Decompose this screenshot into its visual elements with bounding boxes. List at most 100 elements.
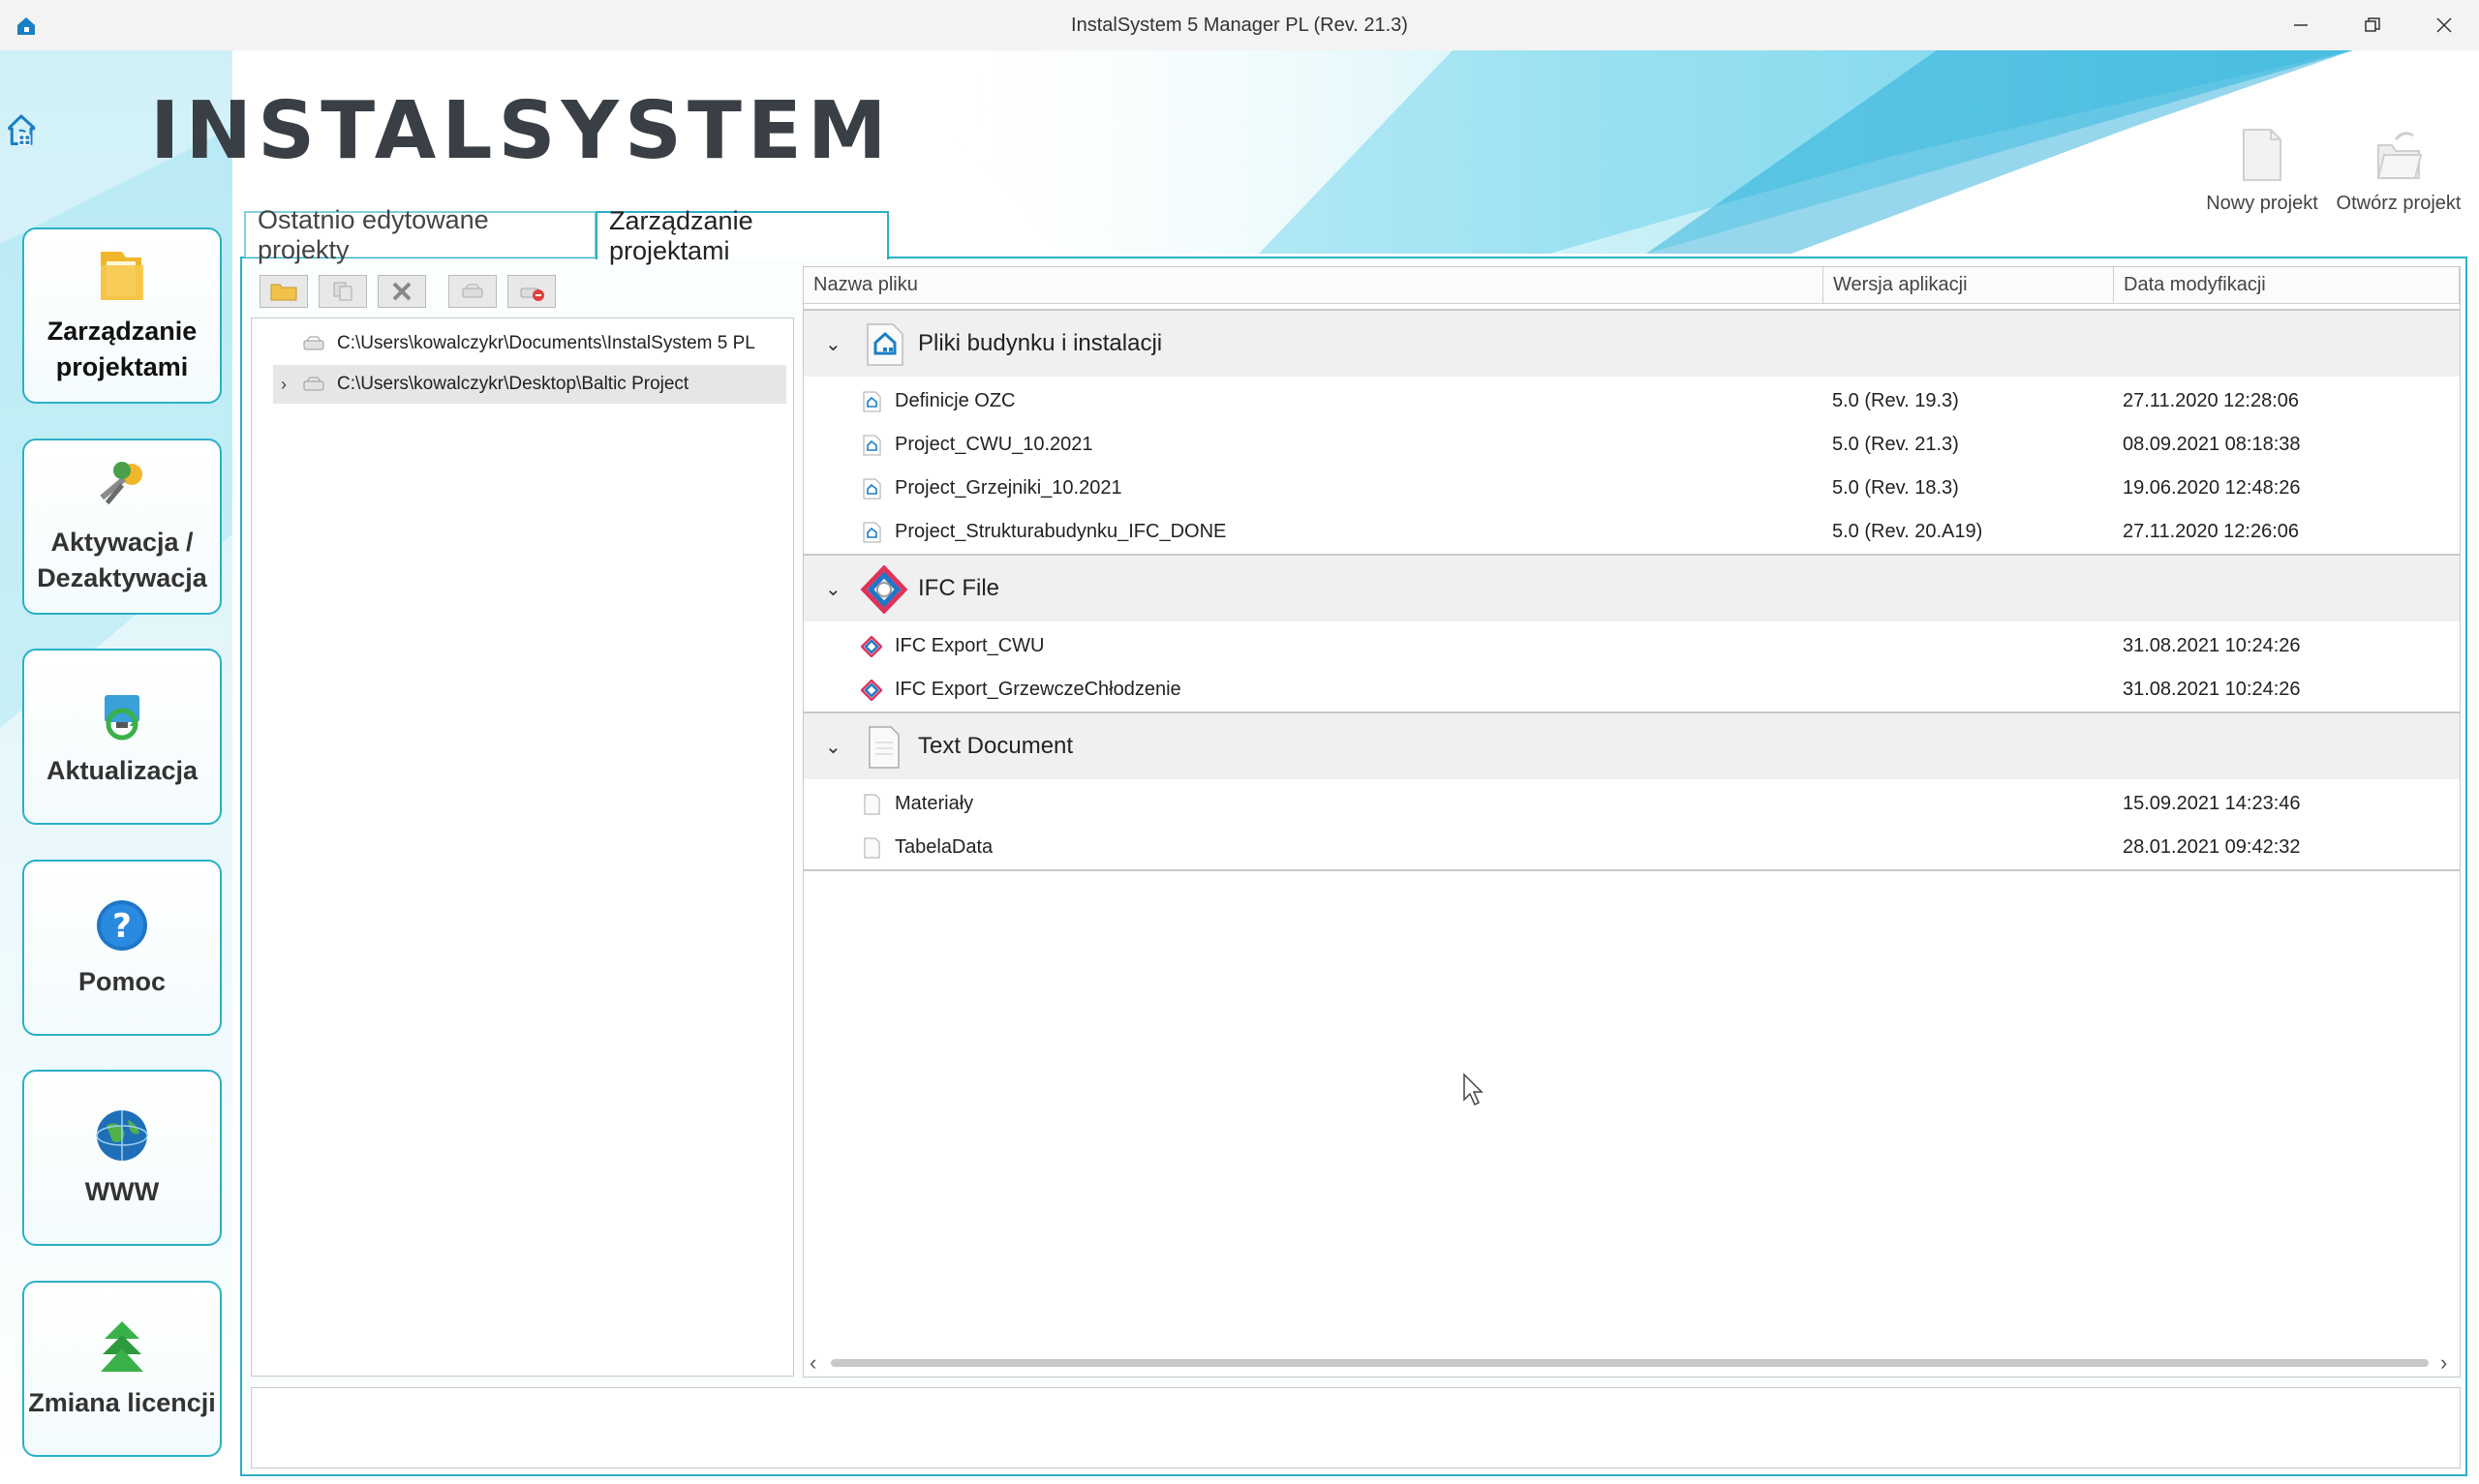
logo-text: INSTALSYSTEM bbox=[150, 85, 893, 177]
folder-path: C:\Users\kowalczykr\Desktop\Baltic Proje… bbox=[337, 374, 689, 394]
file-version: 5.0 (Rev. 18.3) bbox=[1832, 477, 1959, 499]
remove-drive-button[interactable] bbox=[507, 275, 556, 308]
ifc-file-icon bbox=[860, 565, 908, 614]
file-date: 27.11.2020 12:26:06 bbox=[2123, 521, 2300, 542]
open-project-button[interactable]: Otwórz projekt bbox=[2336, 126, 2462, 215]
nav-label: WWW bbox=[84, 1176, 160, 1206]
folder-icon bbox=[101, 252, 143, 300]
file-name: Project_Grzejniki_10.2021 bbox=[895, 477, 1122, 499]
file-version: 5.0 (Rev. 20.A19) bbox=[1832, 521, 1983, 542]
file-row[interactable]: IFC Export_GrzewczeChłodzenie 31.08.2021… bbox=[804, 668, 2460, 712]
group-header[interactable]: ⌄ Pliki budynku i instalacji bbox=[804, 309, 2460, 377]
chevron-down-icon[interactable]: ⌄ bbox=[825, 735, 842, 759]
keys-icon bbox=[100, 462, 142, 505]
instalsystem-file-icon bbox=[863, 478, 881, 500]
file-row[interactable]: Project_Grzejniki_10.2021 5.0 (Rev. 18.3… bbox=[804, 467, 2460, 510]
nav-label: Aktywacja / Dezaktywacja bbox=[37, 528, 207, 592]
copy-icon bbox=[333, 282, 352, 301]
scrollbar-thumb[interactable] bbox=[831, 1359, 2429, 1367]
add-folder-button[interactable] bbox=[260, 275, 308, 308]
open-project-label: Otwórz projekt bbox=[2336, 193, 2462, 214]
instalsystem-file-icon bbox=[863, 391, 881, 412]
nav-label: Zarządzanie projektami bbox=[46, 317, 198, 381]
group-header[interactable]: ⌄ IFC File bbox=[804, 554, 2460, 621]
open-folder-icon bbox=[2376, 132, 2423, 179]
file-name: Definicje OZC bbox=[895, 390, 1016, 411]
restore-button[interactable] bbox=[2338, 0, 2407, 50]
svg-text:?: ? bbox=[112, 907, 132, 946]
file-row[interactable]: Project_Strukturabudynku_IFC_DONE 5.0 (R… bbox=[804, 510, 2460, 554]
file-date: 31.08.2021 10:24:26 bbox=[2123, 635, 2301, 656]
globe-icon bbox=[96, 1109, 148, 1161]
folder-tree-panel: C:\Users\kowalczykr\Documents\InstalSyst… bbox=[251, 318, 794, 1377]
drive-icon bbox=[303, 377, 324, 391]
drive-icon bbox=[462, 284, 483, 298]
horizontal-scrollbar[interactable]: ‹ › bbox=[804, 1348, 2460, 1377]
scroll-left-icon[interactable]: ‹ bbox=[810, 1350, 816, 1376]
instalsystem-file-icon bbox=[863, 522, 881, 543]
group-name: Pliki budynku i instalacji bbox=[918, 330, 1163, 356]
file-name: TabelaData bbox=[895, 836, 994, 858]
file-date: 27.11.2020 12:28:06 bbox=[2123, 390, 2300, 411]
help-icon: ? bbox=[97, 899, 147, 951]
ifc-file-icon bbox=[861, 636, 882, 657]
folder-tree-item[interactable]: C:\Users\kowalczykr\Documents\InstalSyst… bbox=[273, 324, 786, 363]
chevron-down-icon[interactable]: ⌄ bbox=[825, 332, 842, 356]
file-name: IFC Export_CWU bbox=[895, 635, 1045, 656]
folder-tree-item[interactable]: › C:\Users\kowalczykr\Desktop\Baltic Pro… bbox=[273, 365, 786, 404]
folder-path: C:\Users\kowalczykr\Documents\InstalSyst… bbox=[337, 333, 755, 353]
nav-zmiana-licencji[interactable]: Zmiana licencji bbox=[22, 1281, 222, 1457]
group-name: Text Document bbox=[918, 733, 1074, 759]
tab-zarzadzanie-projektami[interactable]: Zarządzanie projektami bbox=[596, 206, 889, 265]
list-end-divider bbox=[804, 869, 2460, 871]
remove-drive-icon bbox=[520, 288, 544, 301]
column-header-name[interactable]: Nazwa pliku bbox=[804, 267, 1823, 304]
chevron-down-icon[interactable]: ⌄ bbox=[825, 577, 842, 601]
logo-mark bbox=[8, 114, 36, 145]
new-document-icon bbox=[2243, 129, 2281, 181]
column-header-version[interactable]: Wersja aplikacji bbox=[1823, 267, 2114, 304]
nav-aktywacja-dezaktywacja[interactable]: Aktywacja / Dezaktywacja bbox=[22, 439, 222, 615]
app-icon bbox=[17, 17, 35, 35]
nav-label: Zmiana licencji bbox=[28, 1387, 216, 1417]
file-date: 31.08.2021 10:24:26 bbox=[2123, 679, 2301, 700]
delete-button[interactable] bbox=[378, 275, 426, 308]
instalsystem-file-icon bbox=[867, 323, 903, 366]
file-version: 5.0 (Rev. 21.3) bbox=[1832, 434, 1959, 455]
file-date: 19.06.2020 12:48:26 bbox=[2123, 477, 2301, 499]
delete-icon bbox=[392, 282, 412, 301]
file-row[interactable]: Project_CWU_10.2021 5.0 (Rev. 21.3) 08.0… bbox=[804, 423, 2460, 467]
scroll-right-icon[interactable]: › bbox=[2440, 1350, 2447, 1376]
license-icon bbox=[101, 1320, 143, 1372]
drive-button[interactable] bbox=[448, 275, 497, 308]
text-document-icon bbox=[869, 726, 900, 769]
new-project-button[interactable]: Nowy projekt bbox=[2199, 126, 2325, 215]
nav-aktualizacja[interactable]: Aktualizacja bbox=[22, 649, 222, 825]
window-title: InstalSystem 5 Manager PL (Rev. 21.3) bbox=[1071, 14, 1408, 36]
file-row[interactable]: Materiały 15.09.2021 14:23:46 bbox=[804, 782, 2460, 826]
drive-icon bbox=[303, 336, 324, 350]
group-header[interactable]: ⌄ Text Document bbox=[804, 712, 2460, 779]
close-button[interactable] bbox=[2409, 0, 2479, 50]
file-date: 08.09.2021 08:18:38 bbox=[2123, 434, 2301, 455]
text-document-icon bbox=[864, 837, 880, 859]
file-name: Materiały bbox=[895, 793, 974, 814]
file-row[interactable]: Definicje OZC 5.0 (Rev. 19.3) 27.11.2020… bbox=[804, 379, 2460, 423]
file-date: 15.09.2021 14:23:46 bbox=[2123, 793, 2301, 814]
file-list-panel: Nazwa pliku Wersja aplikacji Data modyfi… bbox=[803, 266, 2461, 1378]
instalsystem-file-icon bbox=[863, 435, 881, 456]
text-document-icon bbox=[864, 794, 880, 815]
minimize-button[interactable] bbox=[2266, 0, 2336, 50]
file-version: 5.0 (Rev. 19.3) bbox=[1832, 390, 1959, 411]
nav-www[interactable]: WWW bbox=[22, 1070, 222, 1246]
ifc-file-icon bbox=[861, 680, 882, 701]
tab-ostatnio-edytowane[interactable]: Ostatnio edytowane projekty bbox=[244, 205, 597, 264]
chevron-right-icon[interactable]: › bbox=[273, 375, 294, 395]
nav-zarzadzanie-projektami[interactable]: Zarządzanie projektami bbox=[22, 227, 222, 404]
minimize-icon bbox=[2294, 24, 2308, 26]
copy-button[interactable] bbox=[319, 275, 367, 308]
file-row[interactable]: IFC Export_CWU 31.08.2021 10:24:26 bbox=[804, 624, 2460, 668]
nav-pomoc[interactable]: ? Pomoc bbox=[22, 860, 222, 1036]
file-row[interactable]: TabelaData 28.01.2021 09:42:32 bbox=[804, 826, 2460, 869]
column-header-date[interactable]: Data modyfikacji bbox=[2114, 267, 2460, 304]
